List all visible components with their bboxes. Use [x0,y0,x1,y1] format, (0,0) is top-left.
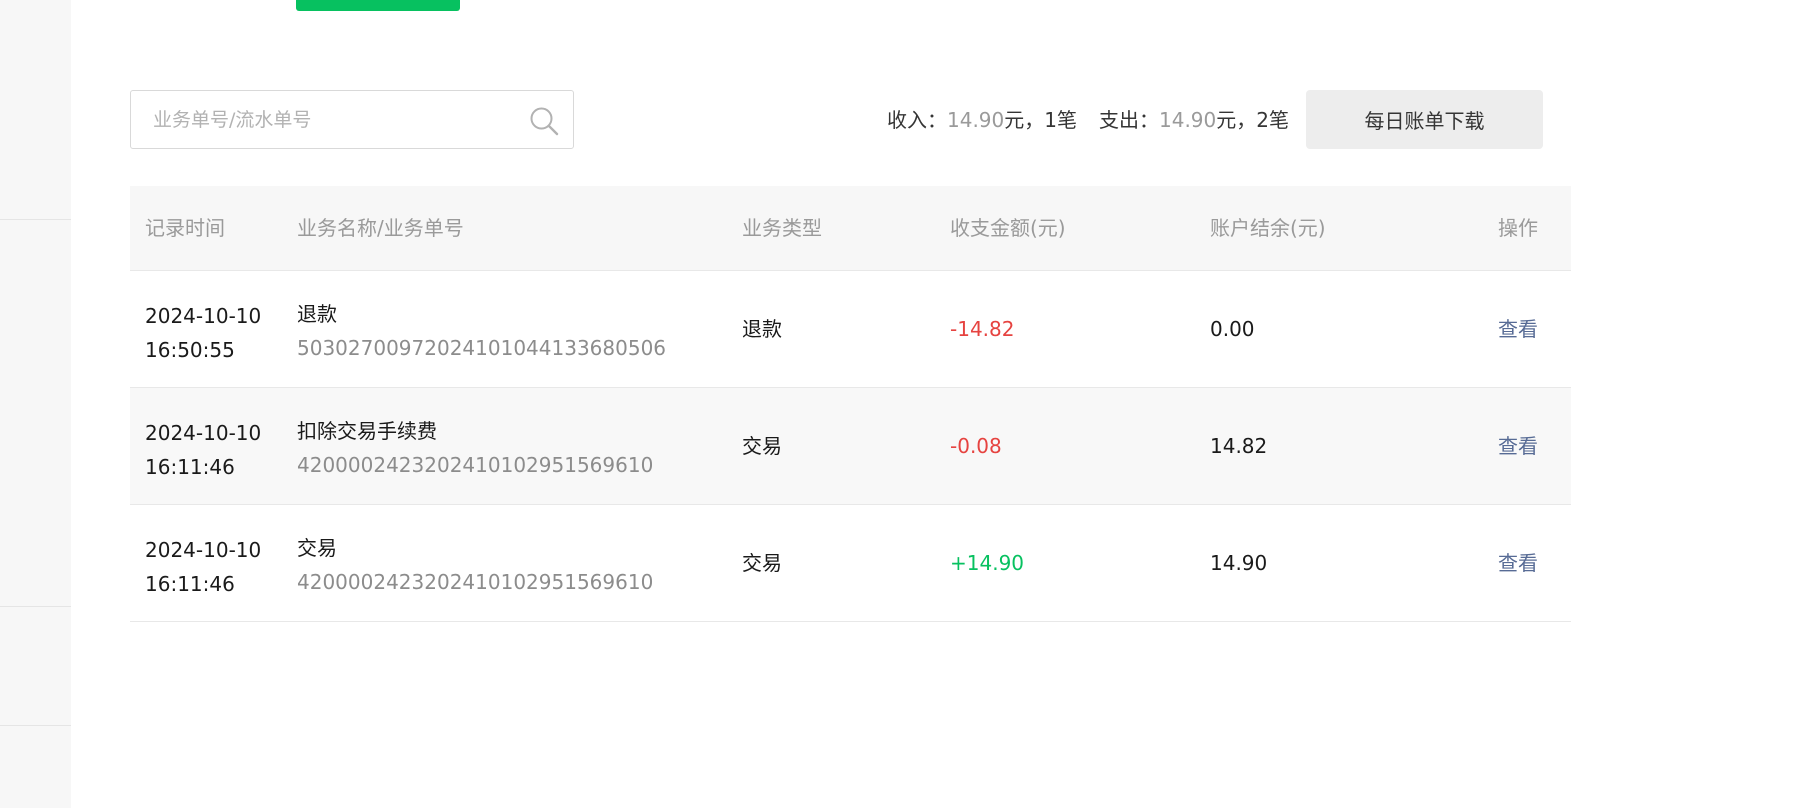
sidebar-divider [0,725,71,726]
bill-table: 记录时间 业务名称/业务单号 业务类型 收支金额(元) 账户结余(元) 操作 2… [130,186,1571,622]
business-number: 4200002423202410102951569610 [297,453,654,477]
primary-green-button[interactable] [296,0,460,11]
search-box[interactable] [130,90,574,149]
record-date: 2024-10-10 [145,421,262,445]
bill-summary: 收入：14.90元，1笔 支出：14.90元，2笔 [887,104,1289,136]
business-type: 退款 [742,317,782,341]
income-label: 收入： [887,108,947,132]
table-row: 2024-10-10 16:11:46 扣除交易手续费 420000242320… [130,388,1571,505]
business-type: 交易 [742,551,782,575]
sidebar-divider [0,219,71,220]
search-input[interactable] [153,91,513,148]
view-link[interactable]: 查看 [1498,388,1538,504]
business-number: 50302700972024101044133680506 [297,336,667,360]
expense-unit: 元， [1216,108,1257,132]
record-date: 2024-10-10 [145,538,262,562]
business-number: 4200002423202410102951569610 [297,570,654,594]
header-business-name: 业务名称/业务单号 [297,216,464,240]
record-time: 2024-10-10 16:11:46 [145,533,261,601]
header-record-time: 记录时间 [145,216,225,240]
income-count: 1笔 [1044,108,1077,132]
table-header: 记录时间 业务名称/业务单号 业务类型 收支金额(元) 账户结余(元) 操作 [130,186,1571,271]
balance: 14.90 [1210,551,1268,575]
income-amount: 14.90 [947,108,1005,132]
header-business-type: 业务类型 [742,216,822,240]
sidebar [0,0,71,808]
amount: -0.08 [950,434,1002,458]
expense-amount: 14.90 [1159,108,1217,132]
table-row: 2024-10-10 16:11:46 交易 42000024232024101… [130,505,1571,622]
business-name-cell: 扣除交易手续费 4200002423202410102951569610 [297,414,653,482]
record-clock: 16:11:46 [145,572,235,596]
record-time: 2024-10-10 16:11:46 [145,416,261,484]
business-name: 扣除交易手续费 [297,419,437,443]
business-name-cell: 交易 4200002423202410102951569610 [297,531,653,599]
header-action: 操作 [1498,216,1538,240]
record-time: 2024-10-10 16:50:55 [145,299,261,367]
search-icon[interactable] [529,106,559,136]
record-clock: 16:50:55 [145,338,235,362]
view-link[interactable]: 查看 [1498,271,1538,387]
balance: 0.00 [1210,317,1255,341]
view-link[interactable]: 查看 [1498,505,1538,621]
business-name: 交易 [297,536,337,560]
expense-count: 2笔 [1256,108,1289,132]
table-row: 2024-10-10 16:50:55 退款 50302700972024101… [130,271,1571,388]
expense-label: 支出： [1099,108,1159,132]
record-clock: 16:11:46 [145,455,235,479]
business-name-cell: 退款 50302700972024101044133680506 [297,297,666,365]
download-button-label: 每日账单下载 [1364,109,1485,133]
business-type: 交易 [742,434,782,458]
amount: +14.90 [950,551,1025,575]
amount: -14.82 [950,317,1015,341]
record-date: 2024-10-10 [145,304,262,328]
business-name: 退款 [297,302,337,326]
balance: 14.82 [1210,434,1268,458]
daily-bill-download-button[interactable]: 每日账单下载 [1306,90,1543,149]
header-balance: 账户结余(元) [1210,216,1326,240]
income-unit: 元， [1004,108,1045,132]
sidebar-divider [0,606,71,607]
header-amount: 收支金额(元) [950,216,1066,240]
